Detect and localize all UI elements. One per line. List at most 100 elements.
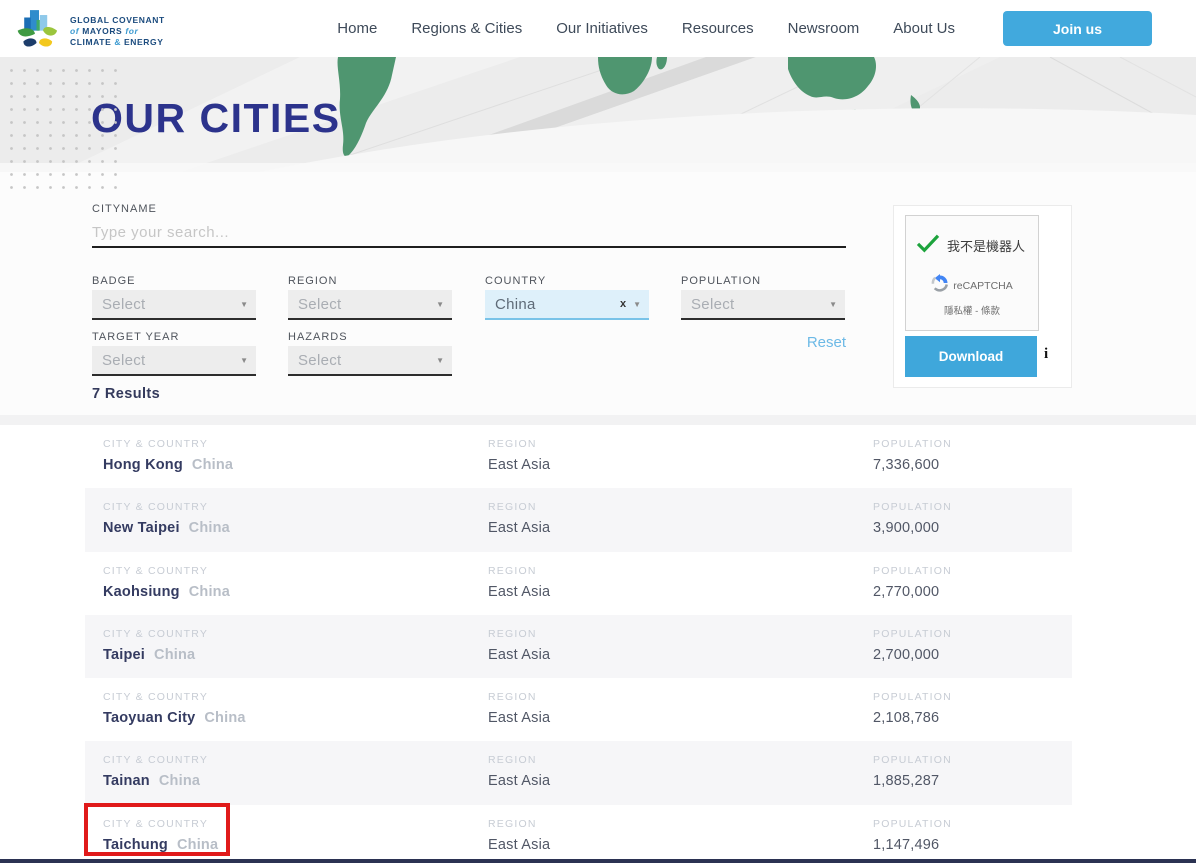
recaptcha-widget[interactable]: 我不是機器人 reCAPTCHA 隱私權 - 條款 (905, 215, 1039, 331)
column-label: POPULATION (873, 438, 952, 450)
checkmark-icon (916, 233, 940, 258)
nav-item-resources[interactable]: Resources (682, 20, 754, 37)
column-label: POPULATION (873, 691, 952, 703)
info-icon[interactable]: i (1044, 346, 1048, 363)
bottom-bar-decoration (0, 859, 1196, 863)
hazards-label: HAZARDS (288, 331, 348, 343)
dot-pattern-decoration (5, 64, 117, 197)
chevron-down-icon: ▼ (633, 300, 641, 309)
recaptcha-logo-icon (931, 274, 949, 297)
region-value: East Asia (488, 457, 550, 473)
population-value: 1,885,287 (873, 773, 952, 789)
population-value: 2,108,786 (873, 710, 952, 726)
nav-item-newsroom[interactable]: Newsroom (788, 20, 860, 37)
column-label: REGION (488, 501, 550, 513)
population-value: 2,770,000 (873, 584, 952, 600)
city-name: Kaohsiung (103, 584, 180, 600)
join-us-button[interactable]: Join us (1003, 11, 1152, 46)
table-row-taipei[interactable]: CITY & COUNTRY Taipei China REGION East A… (85, 615, 1072, 678)
chevron-down-icon: ▼ (240, 356, 248, 365)
region-select[interactable]: Select ▼ (288, 290, 452, 320)
badge-select[interactable]: Select ▼ (92, 290, 256, 320)
badge-label: BADGE (92, 275, 136, 287)
region-label: REGION (288, 275, 337, 287)
highlight-box (84, 803, 230, 856)
population-label: POPULATION (681, 275, 761, 287)
chevron-down-icon: ▼ (240, 300, 248, 309)
section-divider (0, 415, 1196, 425)
hazards-select[interactable]: Select ▼ (288, 346, 452, 376)
column-label: REGION (488, 628, 550, 640)
recaptcha-terms[interactable]: 隱私權 - 條款 (906, 303, 1038, 317)
results-list: CITY & COUNTRY Hong Kong China REGION Eas… (85, 425, 1072, 863)
nav-item-home[interactable]: Home (337, 20, 377, 37)
nav-item-regions-cities[interactable]: Regions & Cities (411, 20, 522, 37)
page-title: OUR CITIES (91, 95, 341, 142)
table-row-kaohsiung[interactable]: CITY & COUNTRY Kaohsiung China REGION Eas… (85, 552, 1072, 615)
column-label: REGION (488, 438, 550, 450)
population-value: 1,147,496 (873, 837, 952, 853)
region-value: East Asia (488, 837, 550, 853)
country-name: China (192, 457, 233, 473)
column-label: POPULATION (873, 754, 952, 766)
country-name: China (159, 773, 200, 789)
region-value: East Asia (488, 520, 550, 536)
download-button[interactable]: Download (905, 336, 1037, 377)
population-select[interactable]: Select ▼ (681, 290, 845, 320)
chevron-down-icon: ▼ (829, 300, 837, 309)
column-label: POPULATION (873, 818, 952, 830)
chevron-down-icon: ▼ (436, 356, 444, 365)
column-label: POPULATION (873, 565, 952, 577)
column-label: REGION (488, 565, 550, 577)
region-value: East Asia (488, 773, 550, 789)
country-select[interactable]: China x ▼ (485, 290, 649, 320)
column-label: REGION (488, 691, 550, 703)
site-logo[interactable]: GLOBAL COVENANT of MAYORS for CLIMATE & … (16, 7, 165, 56)
country-label: COUNTRY (485, 275, 546, 287)
hero-banner: OUR CITIES (0, 57, 1196, 172)
our-cities-page: GLOBAL COVENANT of MAYORS for CLIMATE & … (0, 0, 1196, 863)
header: GLOBAL COVENANT of MAYORS for CLIMATE & … (0, 0, 1196, 57)
region-value: East Asia (488, 647, 550, 663)
reset-link[interactable]: Reset (681, 334, 846, 351)
logo-icon (16, 7, 62, 56)
column-label: REGION (488, 818, 550, 830)
logo-text: GLOBAL COVENANT of MAYORS for CLIMATE & … (70, 15, 165, 48)
table-row-new-taipei[interactable]: CITY & COUNTRY New TaipeiChina REGION Ea… (85, 488, 1072, 551)
search-input[interactable] (92, 218, 846, 248)
country-name: China (154, 647, 195, 663)
column-label: CITY & COUNTRY (103, 565, 230, 577)
table-row-tainan[interactable]: CITY & COUNTRY TainanChina REGION East A… (85, 741, 1072, 804)
country-name: China (189, 584, 230, 600)
city-name: New Taipei (103, 520, 180, 536)
city-name: Taoyuan City (103, 710, 195, 726)
city-name: Hong Kong (103, 457, 183, 473)
clear-icon[interactable]: x (620, 298, 626, 310)
city-name: Tainan (103, 773, 150, 789)
population-value: 2,700,000 (873, 647, 952, 663)
column-label: CITY & COUNTRY (103, 501, 230, 513)
population-value: 3,900,000 (873, 520, 952, 536)
column-label: CITY & COUNTRY (103, 438, 233, 450)
recaptcha-label: 我不是機器人 (947, 236, 1025, 255)
column-label: POPULATION (873, 501, 952, 513)
target-year-select[interactable]: Select ▼ (92, 346, 256, 376)
main-nav: Home Regions & Cities Our Initiatives Re… (337, 0, 1152, 57)
table-row-taichung[interactable]: CITY & COUNTRY TaichungChina REGION East… (85, 805, 1072, 863)
nav-item-about-us[interactable]: About Us (893, 20, 955, 37)
population-value: 7,336,600 (873, 457, 952, 473)
column-label: CITY & COUNTRY (103, 628, 208, 640)
country-name: China (204, 710, 245, 726)
column-label: CITY & COUNTRY (103, 754, 208, 766)
table-row-hong-kong[interactable]: CITY & COUNTRY Hong Kong China REGION Eas… (85, 425, 1072, 488)
filter-section: CITYNAME BADGE Select ▼ REGION Select ▼ … (0, 172, 1196, 415)
city-name: Taipei (103, 647, 145, 663)
region-value: East Asia (488, 584, 550, 600)
recaptcha-brand: reCAPTCHA (953, 280, 1013, 292)
target-year-label: TARGET YEAR (92, 331, 179, 343)
cityname-label: CITYNAME (92, 203, 157, 215)
table-row-taoyuan-city[interactable]: CITY & COUNTRY Taoyuan CityChina REGION … (85, 678, 1072, 741)
chevron-down-icon: ▼ (436, 300, 444, 309)
nav-item-our-initiatives[interactable]: Our Initiatives (556, 20, 648, 37)
column-label: POPULATION (873, 628, 952, 640)
